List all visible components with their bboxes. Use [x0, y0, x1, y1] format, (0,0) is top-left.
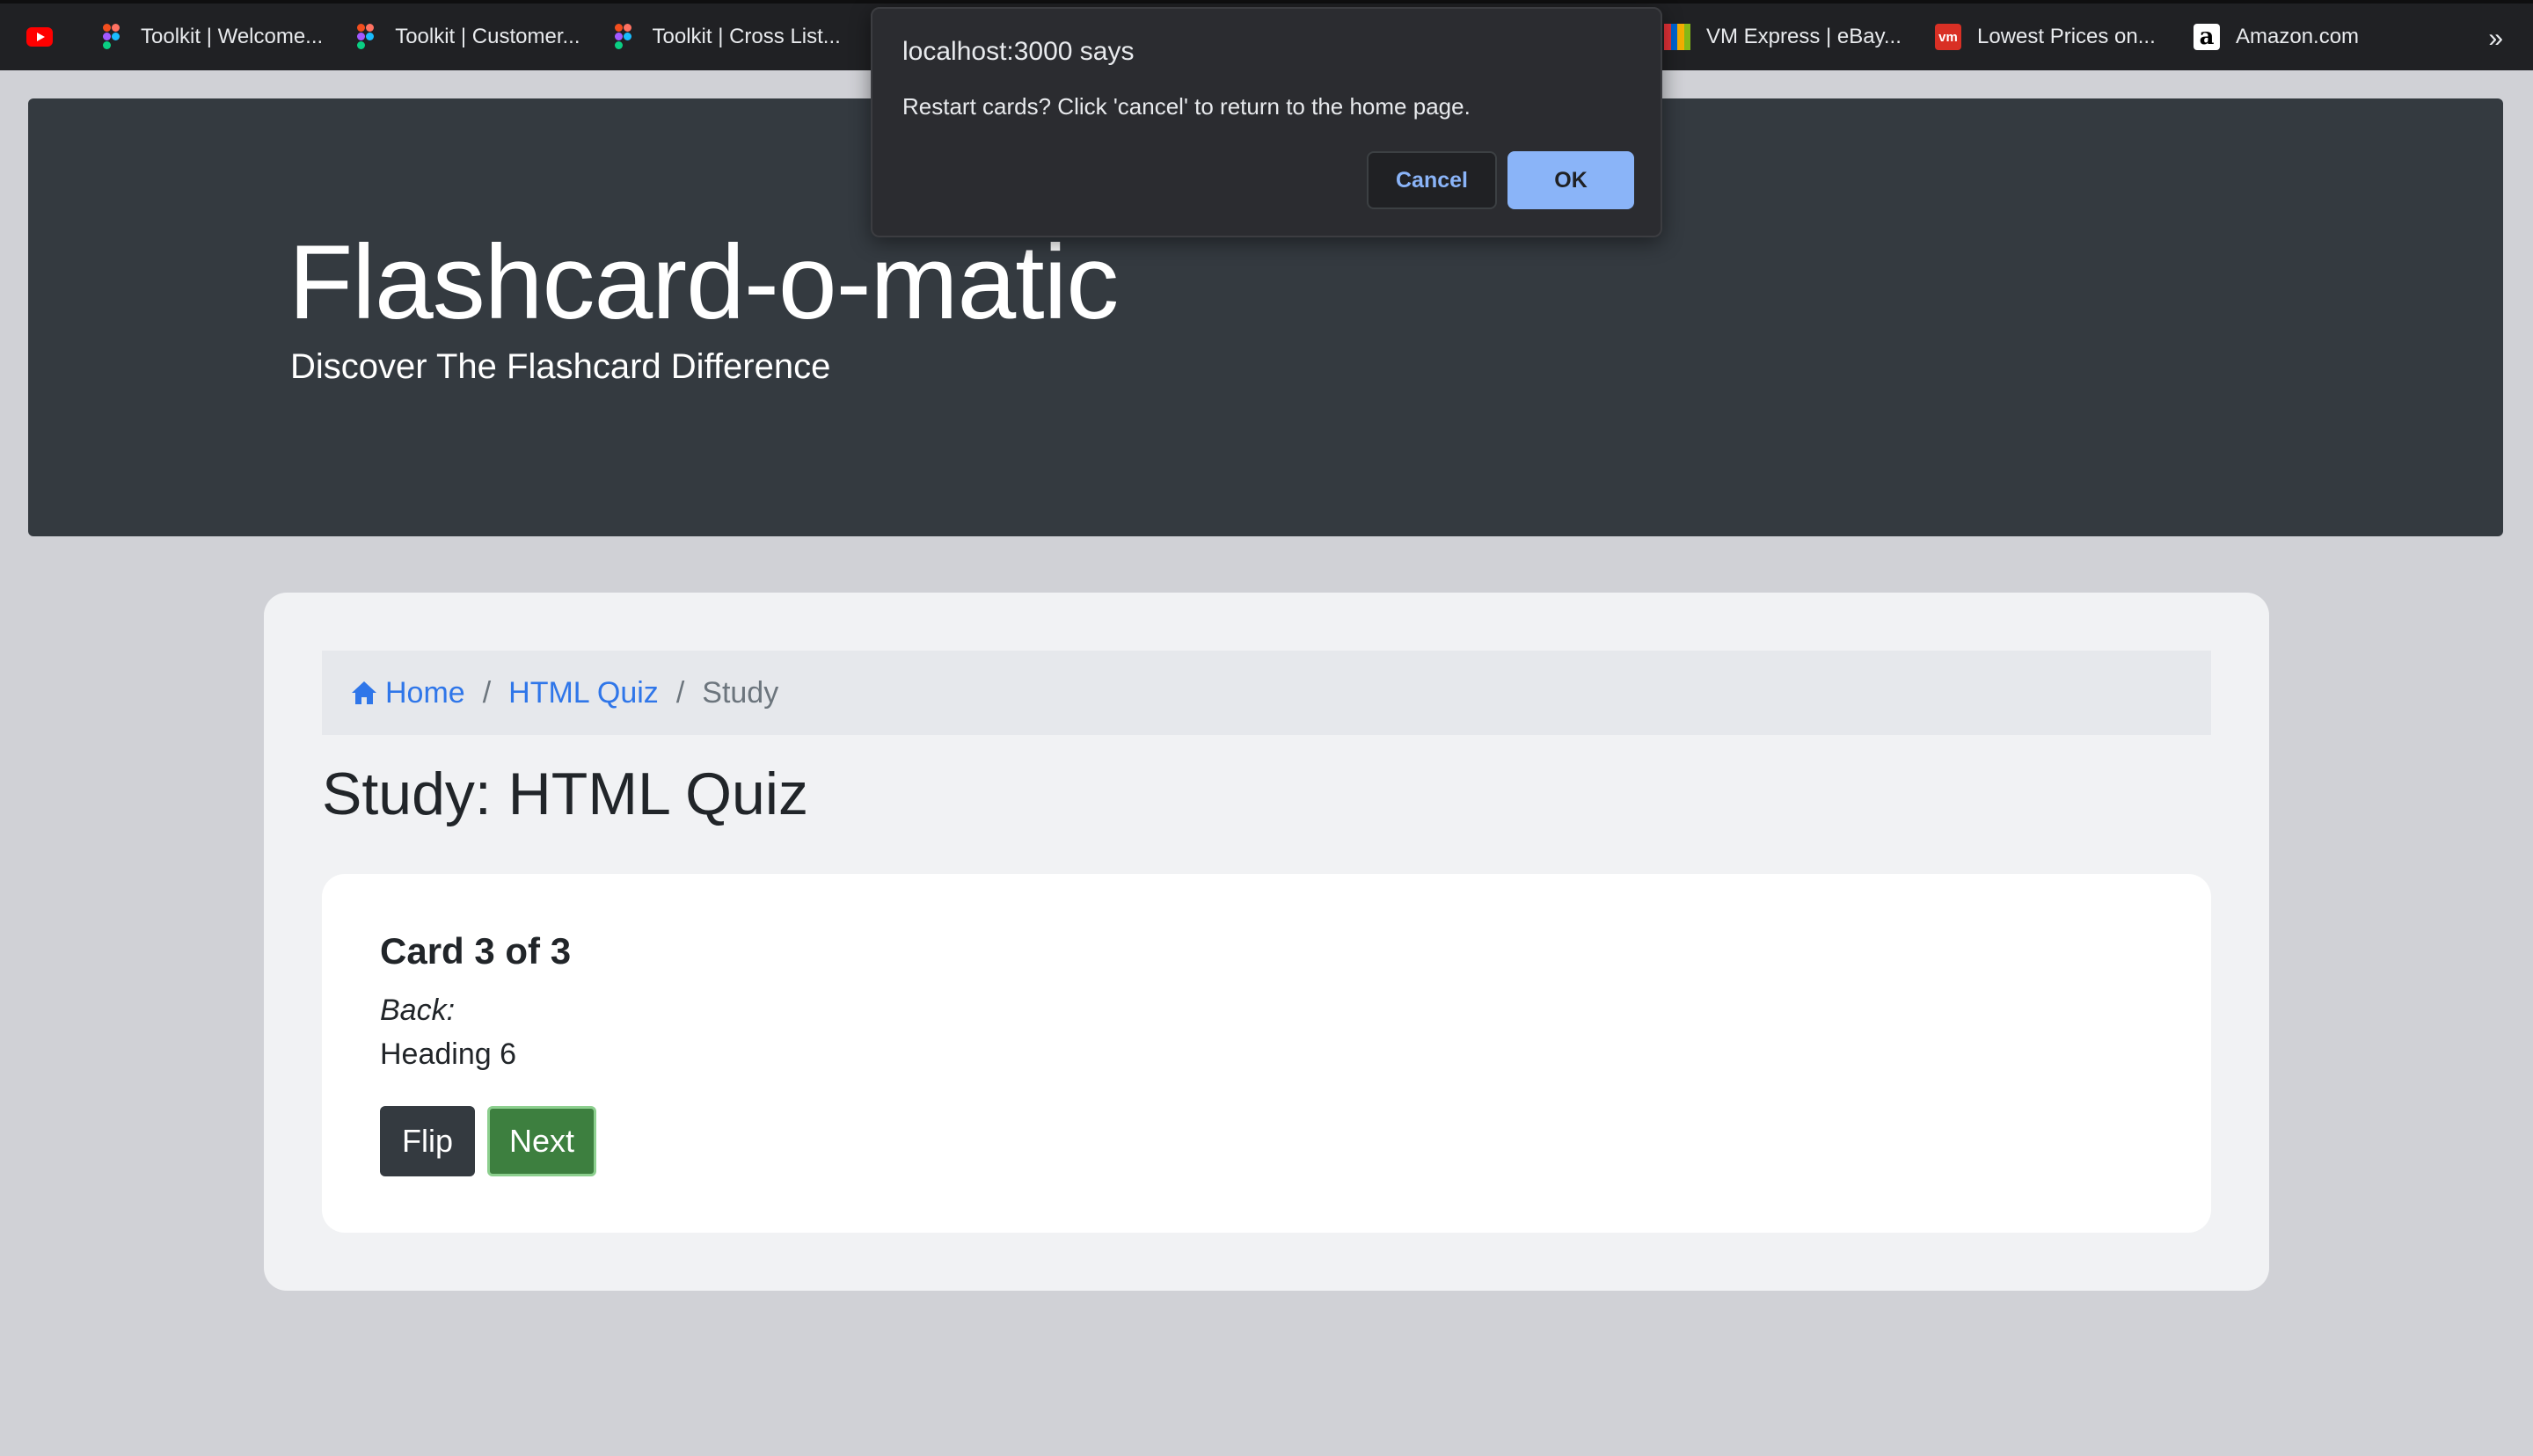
dialog-ok-button[interactable]: OK: [1507, 151, 1634, 209]
breadcrumb-current: Study: [702, 675, 779, 710]
bookmark-label: Toolkit | Customer...: [395, 25, 580, 48]
breadcrumb-home-link[interactable]: Home: [350, 676, 465, 710]
bookmark-toolkit-cross-list[interactable]: Toolkit | Cross List...: [610, 2, 841, 72]
dialog-title: localhost:3000 says: [902, 37, 1135, 66]
bookmark-label: VM Express | eBay...: [1706, 25, 1902, 48]
ebay-icon: [1664, 24, 1690, 50]
youtube-icon: [26, 24, 53, 50]
bookmark-label: Toolkit | Welcome...: [141, 25, 324, 48]
breadcrumb: Home / HTML Quiz / Study: [322, 651, 2211, 735]
card-content: Heading 6: [380, 1037, 517, 1071]
main-container: Home / HTML Quiz / Study Study: HTML Qui…: [264, 593, 2269, 1291]
breadcrumb-home-label: Home: [385, 675, 465, 710]
figma-icon: [99, 24, 125, 50]
page-title: Study: HTML Quiz: [322, 761, 808, 827]
bookmark-label: Amazon.com: [2236, 25, 2360, 48]
flip-button[interactable]: Flip: [380, 1106, 475, 1176]
confirm-dialog: localhost:3000 says Restart cards? Click…: [871, 7, 1662, 237]
bookmark-toolkit-welcome[interactable]: Toolkit | Welcome...: [99, 2, 323, 72]
card-side-label: Back:: [380, 994, 456, 1027]
app-title: Flashcard-o-matic: [288, 223, 1119, 341]
bookmarks-overflow-button[interactable]: »: [2488, 4, 2503, 74]
bookmark-vm-express[interactable]: VM Express | eBay...: [1664, 2, 1902, 72]
dialog-message: Restart cards? Click 'cancel' to return …: [902, 93, 1471, 120]
figma-icon: [610, 24, 637, 50]
home-icon: [352, 681, 376, 704]
app-subtitle: Discover The Flashcard Difference: [290, 347, 831, 386]
breadcrumb-separator: /: [675, 675, 685, 710]
bookmark-label: Lowest Prices on...: [1977, 25, 2156, 48]
card-counter: Card 3 of 3: [380, 930, 572, 972]
figma-icon: [353, 24, 379, 50]
bookmark-youtube[interactable]: [26, 2, 69, 72]
bookmark-lowest-prices[interactable]: vm Lowest Prices on...: [1935, 2, 2156, 72]
bookmark-amazon[interactable]: a Amazon.com: [2194, 2, 2359, 72]
dialog-cancel-button[interactable]: Cancel: [1367, 151, 1497, 209]
next-button[interactable]: Next: [487, 1106, 596, 1176]
breadcrumb-deck-link[interactable]: HTML Quiz: [508, 676, 659, 710]
bookmark-toolkit-customer[interactable]: Toolkit | Customer...: [353, 2, 580, 72]
vm-icon: vm: [1935, 24, 1961, 50]
amazon-icon: a: [2194, 24, 2220, 50]
bookmark-label: Toolkit | Cross List...: [652, 25, 841, 48]
study-card: Card 3 of 3 Back: Heading 6 Flip Next: [322, 874, 2211, 1233]
breadcrumb-separator: /: [482, 675, 492, 710]
